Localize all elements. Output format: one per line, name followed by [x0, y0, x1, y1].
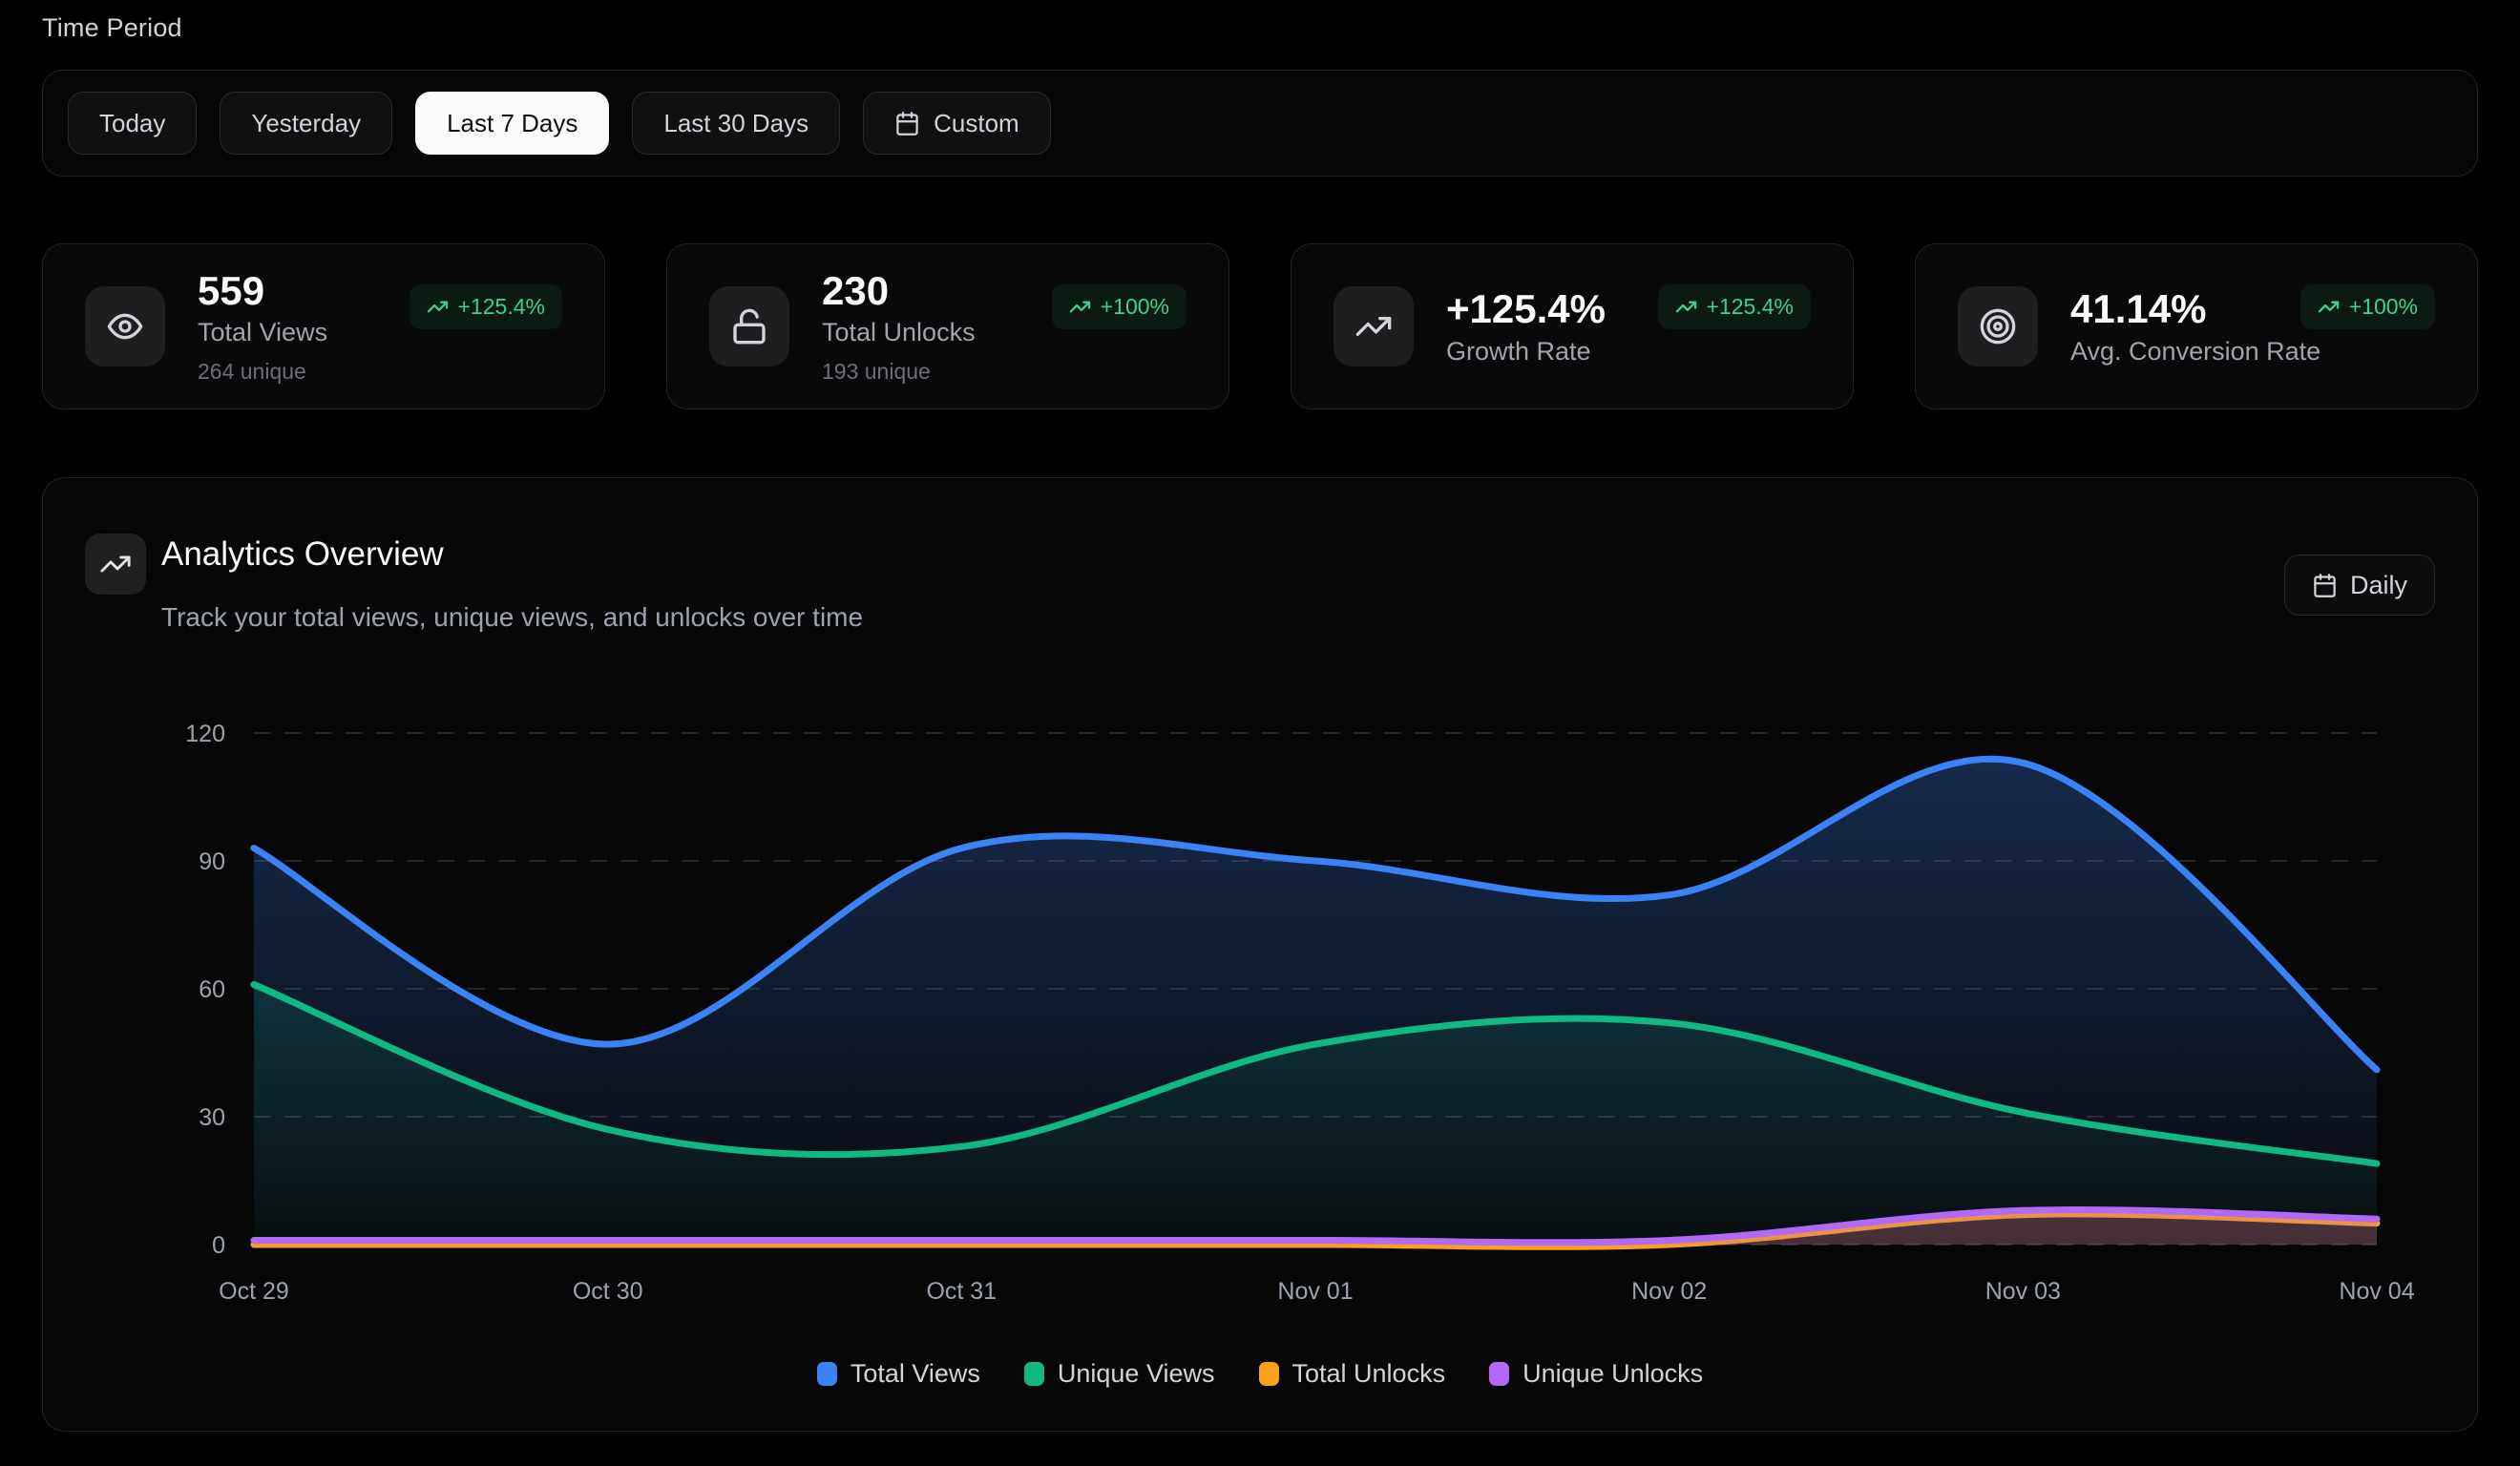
svg-text:Nov 02: Nov 02 — [1631, 1278, 1707, 1305]
legend-label: Unique Views — [1058, 1359, 1215, 1389]
legend-item: Unique Views — [1024, 1354, 1215, 1393]
trending-up-icon — [1334, 286, 1414, 366]
svg-text:120: 120 — [185, 721, 225, 747]
filter-button-label: Last 30 Days — [663, 109, 808, 138]
svg-text:60: 60 — [199, 976, 225, 1003]
trend-badge-value: +100% — [1101, 294, 1169, 320]
calendar-icon — [894, 111, 920, 136]
trend-badge: +125.4% — [410, 284, 562, 329]
stat-label: Growth Rate — [1446, 337, 1606, 366]
trend-badge-value: +100% — [2349, 294, 2418, 320]
time-period-label: Time Period — [42, 13, 2478, 43]
analytics-area-chart: 0 30 60 90 120 Oct 29 Oct 30 Oct 31 Nov 01 Nov 02… — [43, 478, 2478, 1432]
filter-button-yesterday[interactable]: Yesterday — [220, 92, 392, 155]
time-period-filter-bar: Today Yesterday Last 7 Days Last 30 Days… — [42, 70, 2478, 177]
svg-text:Nov 04: Nov 04 — [2339, 1278, 2414, 1305]
filter-button-label: Custom — [934, 109, 1019, 138]
stats-row: 559 Total Views 264 unique +125.4% 230 T… — [42, 243, 2478, 409]
analytics-overview-card: Analytics Overview Track your total view… — [42, 477, 2478, 1432]
target-icon — [1958, 286, 2038, 366]
legend-swatch — [1489, 1362, 1509, 1386]
legend-label: Total Unlocks — [1292, 1359, 1446, 1389]
chart-legend: Total Views Unique Views Total Unlocks Uniq… — [43, 1354, 2477, 1393]
trending-up-icon — [427, 296, 449, 318]
legend-swatch — [817, 1362, 837, 1386]
stat-value: +125.4% — [1446, 286, 1606, 332]
svg-text:Oct 31: Oct 31 — [926, 1278, 997, 1305]
svg-text:30: 30 — [199, 1104, 225, 1131]
filter-button-label: Yesterday — [251, 109, 361, 138]
filter-button-custom[interactable]: Custom — [863, 92, 1051, 155]
trending-up-icon — [1069, 296, 1091, 318]
analytics-page: Time Period Today Yesterday Last 7 Days … — [0, 0, 2520, 1466]
stat-label: Avg. Conversion Rate — [2070, 337, 2320, 366]
legend-swatch — [1259, 1362, 1279, 1386]
stat-value: 559 — [198, 268, 327, 314]
trend-badge-value: +125.4% — [458, 294, 545, 320]
stat-label: Total Unlocks — [822, 318, 976, 347]
svg-text:90: 90 — [199, 848, 225, 875]
stat-sub: 193 unique — [822, 359, 976, 385]
legend-label: Unique Unlocks — [1522, 1359, 1703, 1389]
filter-button-today[interactable]: Today — [68, 92, 197, 155]
legend-item: Total Views — [817, 1354, 980, 1393]
trend-badge: +100% — [2300, 284, 2435, 329]
unlock-icon — [709, 286, 789, 366]
svg-text:Nov 01: Nov 01 — [1277, 1278, 1353, 1305]
stat-card-growth-rate: +125.4% Growth Rate +125.4% — [1291, 243, 1854, 409]
svg-text:Oct 30: Oct 30 — [573, 1278, 643, 1305]
legend-label: Total Views — [850, 1359, 980, 1389]
filter-button-last-30-days[interactable]: Last 30 Days — [632, 92, 840, 155]
trend-badge: +100% — [1052, 284, 1186, 329]
stat-card-total-unlocks: 230 Total Unlocks 193 unique +100% — [666, 243, 1229, 409]
svg-text:0: 0 — [212, 1232, 225, 1259]
legend-swatch — [1024, 1362, 1044, 1386]
filter-button-last-7-days[interactable]: Last 7 Days — [415, 92, 609, 155]
stat-value: 41.14% — [2070, 286, 2320, 332]
trending-up-icon — [1675, 296, 1697, 318]
legend-item: Total Unlocks — [1259, 1354, 1446, 1393]
filter-button-label: Today — [99, 109, 165, 138]
legend-item: Unique Unlocks — [1489, 1354, 1703, 1393]
stat-value: 230 — [822, 268, 976, 314]
stat-card-conversion-rate: 41.14% Avg. Conversion Rate +100% — [1915, 243, 2478, 409]
trend-badge-value: +125.4% — [1707, 294, 1794, 320]
filter-button-label: Last 7 Days — [447, 109, 578, 138]
stat-sub: 264 unique — [198, 359, 327, 385]
svg-text:Nov 03: Nov 03 — [1985, 1278, 2061, 1305]
trending-up-icon — [2318, 296, 2340, 318]
trend-badge: +125.4% — [1658, 284, 1811, 329]
stat-card-total-views: 559 Total Views 264 unique +125.4% — [42, 243, 605, 409]
svg-text:Oct 29: Oct 29 — [219, 1278, 289, 1305]
eye-icon — [85, 286, 165, 366]
stat-label: Total Views — [198, 318, 327, 347]
